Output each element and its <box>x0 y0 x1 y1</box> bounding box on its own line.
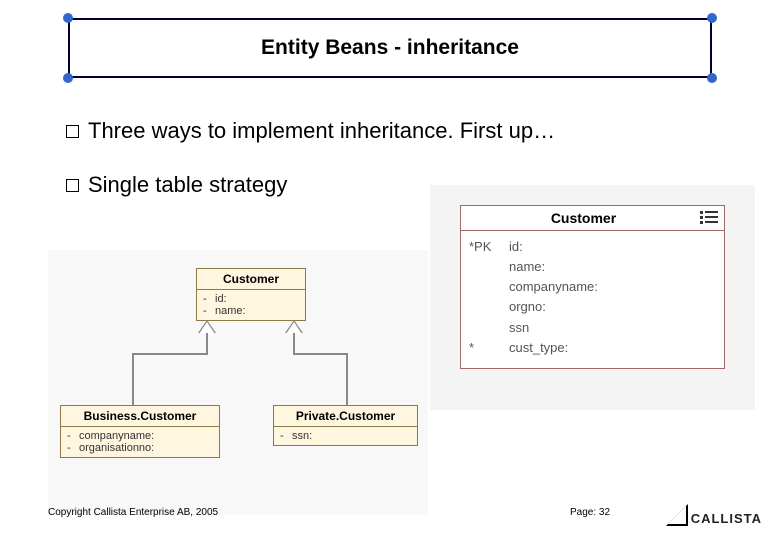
uml-class-business-customer: Business.Customer -companyname: -organis… <box>60 405 220 458</box>
copyright-text: Copyright Callista Enterprise AB, 2005 <box>48 507 218 518</box>
db-column: name: <box>469 257 716 277</box>
uml-line <box>346 353 348 405</box>
uml-class-name: Business.Customer <box>61 406 219 427</box>
bullet-text: Single table strategy <box>88 172 287 198</box>
bullet-item: Three ways to implement inheritance. Fir… <box>66 118 555 144</box>
db-column: companyname: <box>469 277 716 297</box>
uml-class-private-customer: Private.Customer -ssn: <box>273 405 418 446</box>
uml-line <box>206 333 208 353</box>
uml-class-name: Private.Customer <box>274 406 417 427</box>
db-column: *cust_type: <box>469 338 716 358</box>
corner-dot <box>63 13 73 23</box>
uml-attr: -id: <box>203 293 299 305</box>
list-icon <box>700 211 718 225</box>
uml-class-body: -ssn: <box>274 427 417 445</box>
uml-attr: -companyname: <box>67 430 213 442</box>
corner-dot <box>707 13 717 23</box>
uml-attr: -ssn: <box>280 430 411 442</box>
uml-line <box>293 353 348 355</box>
uml-line <box>132 353 134 405</box>
db-column: ssn <box>469 318 716 338</box>
page-number: Page: 32 <box>570 507 610 518</box>
uml-attr: -organisationno: <box>67 442 213 454</box>
callista-logo: CALLISTA <box>666 504 762 526</box>
corner-dot <box>63 73 73 83</box>
uml-line <box>293 333 295 353</box>
db-table-body: *PKid: name: companyname: orgno: ssn *cu… <box>461 231 724 368</box>
logo-triangle-icon <box>666 504 688 526</box>
uml-class-customer: Customer -id: -name: <box>196 268 306 321</box>
uml-line <box>132 353 208 355</box>
db-column: orgno: <box>469 297 716 317</box>
uml-class-body: -id: -name: <box>197 290 305 320</box>
db-column: *PKid: <box>469 237 716 257</box>
db-table-header: Customer <box>461 206 724 231</box>
db-table-customer: Customer *PKid: name: companyname: orgno… <box>460 205 725 369</box>
title-box: Entity Beans - inheritance <box>68 18 712 78</box>
db-table-name: Customer <box>467 210 700 226</box>
db-table-panel: Customer *PKid: name: companyname: orgno… <box>430 185 755 410</box>
page-title: Entity Beans - inheritance <box>261 36 519 60</box>
uml-class-name: Customer <box>197 269 305 290</box>
uml-class-body: -companyname: -organisationno: <box>61 427 219 457</box>
logo-text: CALLISTA <box>691 511 762 526</box>
uml-attr: -name: <box>203 305 299 317</box>
corner-dot <box>707 73 717 83</box>
uml-diagram: Customer -id: -name: Business.Customer -… <box>48 250 428 515</box>
bullet-square-icon <box>66 125 79 138</box>
bullet-square-icon <box>66 179 79 192</box>
bullet-text: Three ways to implement inheritance. Fir… <box>88 118 555 144</box>
